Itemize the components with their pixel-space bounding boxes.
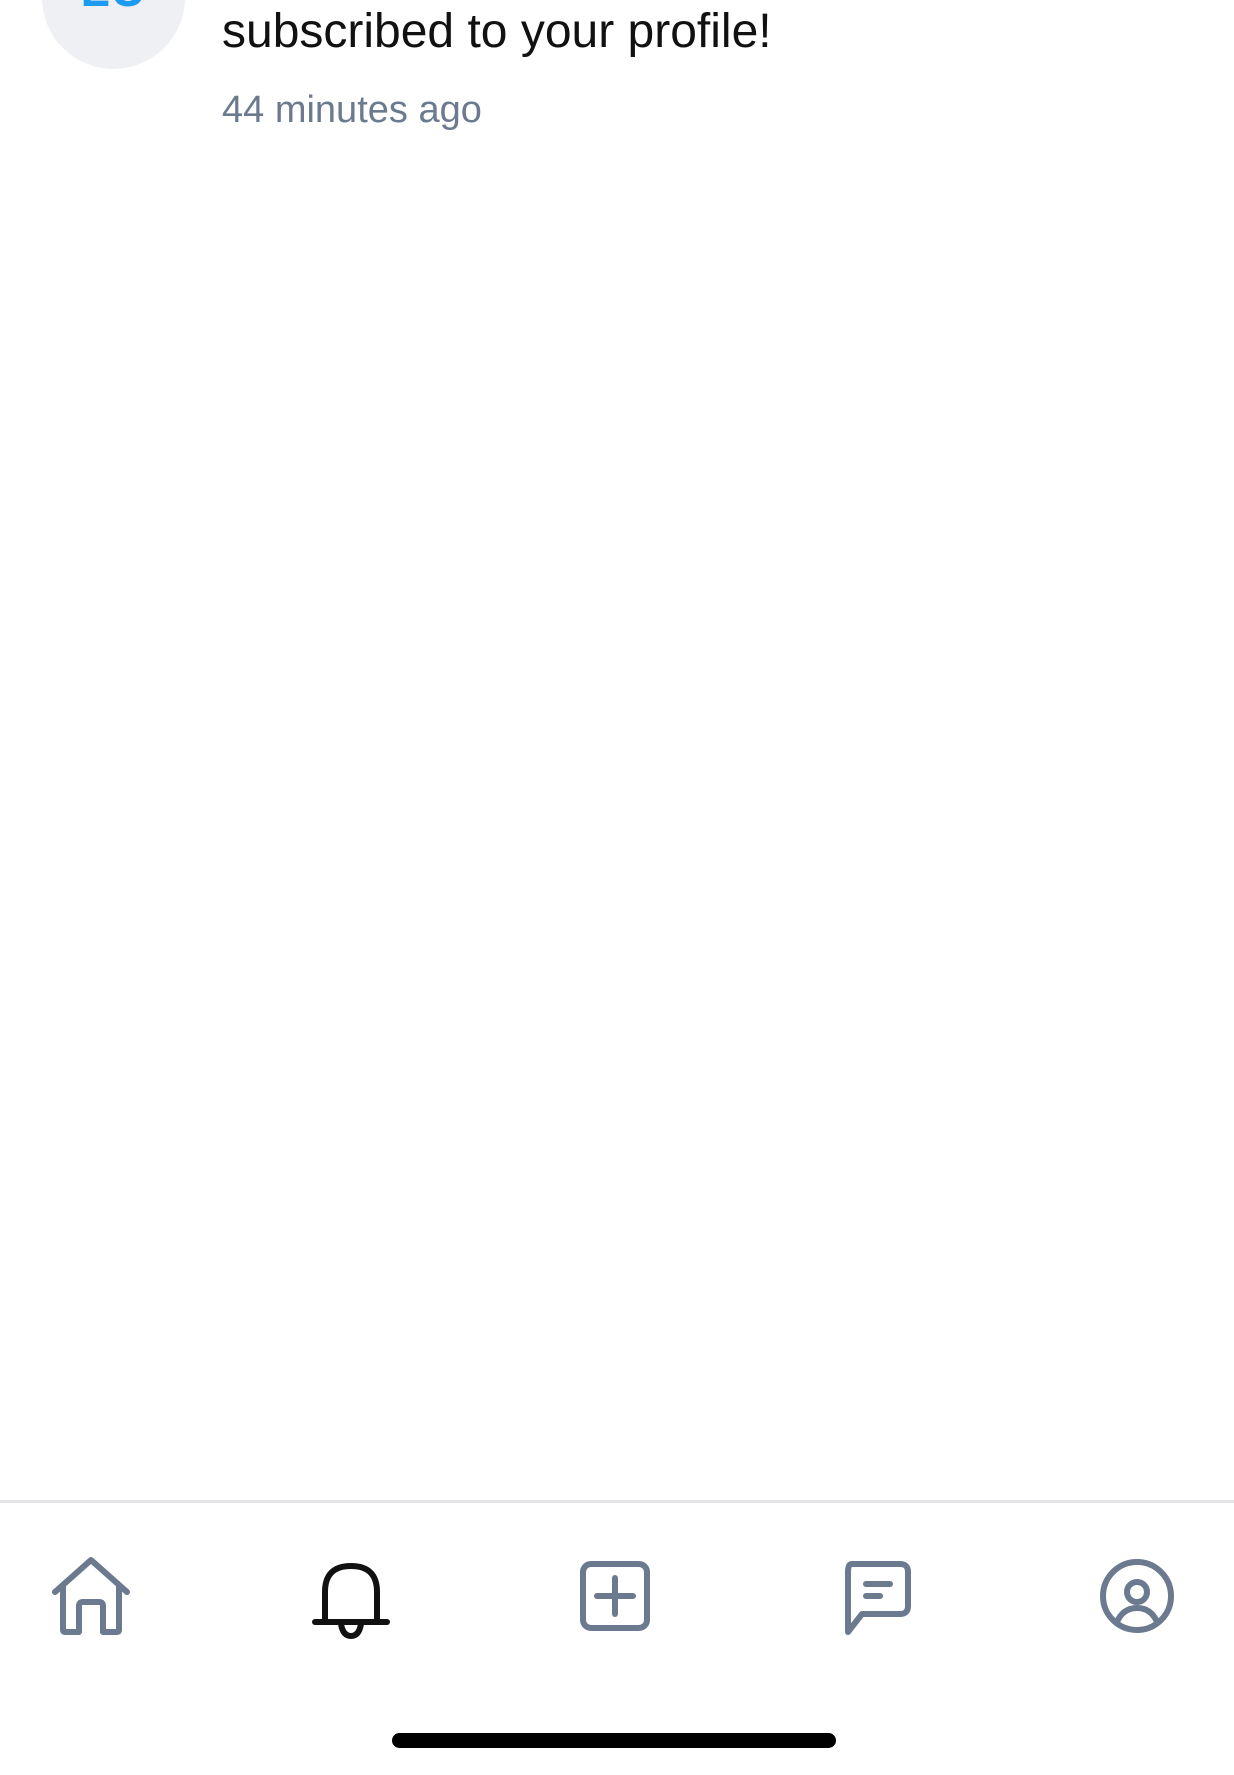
home-indicator[interactable] <box>392 1733 836 1748</box>
user-circle-icon <box>1100 1559 1174 1633</box>
tab-create[interactable] <box>565 1546 665 1646</box>
plus-square-icon <box>580 1561 650 1631</box>
notification-message: subscribed to your profile! <box>222 5 772 58</box>
avatar-initials: LU <box>42 0 185 15</box>
avatar[interactable]: LU <box>42 0 185 69</box>
tab-messages[interactable] <box>826 1546 926 1646</box>
home-icon <box>52 1557 130 1635</box>
tab-home[interactable] <box>41 1546 141 1646</box>
bell-icon <box>312 1563 390 1639</box>
tab-notifications[interactable] <box>301 1546 401 1646</box>
notification-item[interactable]: LU subscribed to your profile! 44 minute… <box>0 0 1234 150</box>
chat-icon <box>845 1561 911 1635</box>
notification-time: 44 minutes ago <box>222 89 482 131</box>
tab-profile[interactable] <box>1087 1546 1187 1646</box>
